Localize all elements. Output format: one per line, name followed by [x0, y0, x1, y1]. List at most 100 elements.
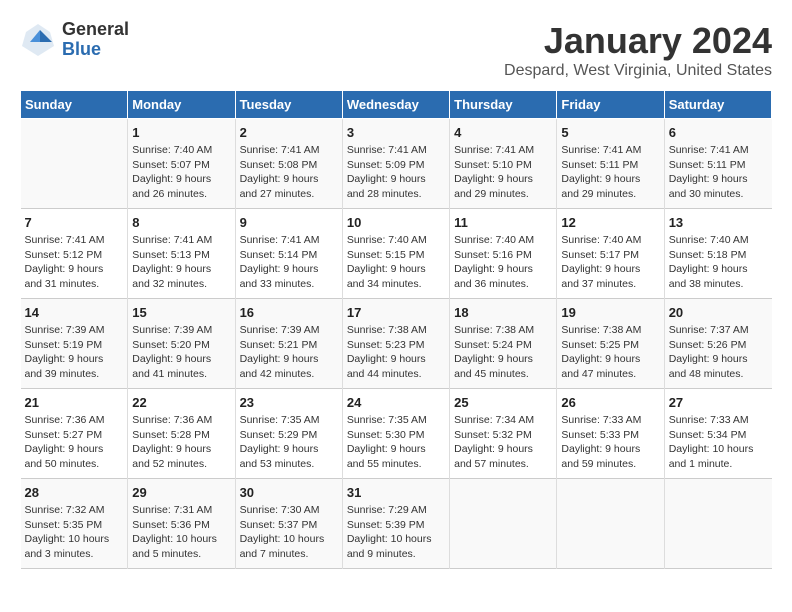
day-info: Sunrise: 7:39 AM Sunset: 5:21 PM Dayligh…	[240, 323, 338, 382]
day-number: 27	[669, 395, 768, 410]
day-number: 5	[561, 125, 659, 140]
calendar-cell: 24 Sunrise: 7:35 AM Sunset: 5:30 PM Dayli…	[342, 389, 449, 479]
day-info: Sunrise: 7:36 AM Sunset: 5:27 PM Dayligh…	[25, 413, 124, 472]
weekday-header: Sunday	[21, 91, 128, 119]
day-number: 9	[240, 215, 338, 230]
day-number: 11	[454, 215, 552, 230]
calendar-cell: 25Sunrise: 7:34 AM Sunset: 5:32 PM Dayli…	[450, 389, 557, 479]
logo-general: General	[62, 20, 129, 40]
day-number: 18	[454, 305, 552, 320]
day-number: 4	[454, 125, 552, 140]
day-info: Sunrise: 7:41 AM Sunset: 5:12 PM Dayligh…	[25, 233, 124, 292]
calendar-cell	[450, 479, 557, 569]
weekday-header: Tuesday	[235, 91, 342, 119]
day-info: Sunrise: 7:41 AM Sunset: 5:10 PM Dayligh…	[454, 143, 552, 202]
calendar-week-row: 14 Sunrise: 7:39 AM Sunset: 5:19 PM Dayli…	[21, 299, 772, 389]
calendar-cell: 16Sunrise: 7:39 AM Sunset: 5:21 PM Dayli…	[235, 299, 342, 389]
weekday-header: Monday	[128, 91, 235, 119]
day-info: Sunrise: 7:40 AM Sunset: 5:18 PM Dayligh…	[669, 233, 768, 292]
calendar-cell: 26Sunrise: 7:33 AM Sunset: 5:33 PM Dayli…	[557, 389, 664, 479]
logo: General Blue	[20, 20, 129, 60]
day-info: Sunrise: 7:41 AM Sunset: 5:09 PM Dayligh…	[347, 143, 445, 202]
calendar-cell: 7 Sunrise: 7:41 AM Sunset: 5:12 PM Daylig…	[21, 209, 128, 299]
day-info: Sunrise: 7:41 AM Sunset: 5:13 PM Dayligh…	[132, 233, 230, 292]
calendar-cell	[664, 479, 771, 569]
day-number: 2	[240, 125, 338, 140]
calendar-week-row: 21Sunrise: 7:36 AM Sunset: 5:27 PM Dayli…	[21, 389, 772, 479]
day-info: Sunrise: 7:39 AM Sunset: 5:20 PM Dayligh…	[132, 323, 230, 382]
calendar-cell: 23 Sunrise: 7:35 AM Sunset: 5:29 PM Dayli…	[235, 389, 342, 479]
weekday-header: Wednesday	[342, 91, 449, 119]
day-info: Sunrise: 7:40 AM Sunset: 5:16 PM Dayligh…	[454, 233, 552, 292]
calendar-cell: 5Sunrise: 7:41 AM Sunset: 5:11 PM Daylig…	[557, 119, 664, 209]
day-number: 13	[669, 215, 768, 230]
calendar-cell: 28 Sunrise: 7:32 AM Sunset: 5:35 PM Dayli…	[21, 479, 128, 569]
day-info: Sunrise: 7:34 AM Sunset: 5:32 PM Dayligh…	[454, 413, 552, 472]
logo-blue: Blue	[62, 40, 129, 60]
weekday-header: Thursday	[450, 91, 557, 119]
calendar-week-row: 7 Sunrise: 7:41 AM Sunset: 5:12 PM Daylig…	[21, 209, 772, 299]
day-info: Sunrise: 7:35 AM Sunset: 5:29 PM Dayligh…	[240, 413, 338, 472]
calendar-cell: 20 Sunrise: 7:37 AM Sunset: 5:26 PM Dayli…	[664, 299, 771, 389]
day-info: Sunrise: 7:33 AM Sunset: 5:33 PM Dayligh…	[561, 413, 659, 472]
day-info: Sunrise: 7:32 AM Sunset: 5:35 PM Dayligh…	[25, 503, 124, 562]
day-info: Sunrise: 7:38 AM Sunset: 5:23 PM Dayligh…	[347, 323, 445, 382]
page-header: General Blue January 2024 Despard, West …	[20, 20, 772, 80]
day-info: Sunrise: 7:31 AM Sunset: 5:36 PM Dayligh…	[132, 503, 230, 562]
day-number: 3	[347, 125, 445, 140]
day-info: Sunrise: 7:40 AM Sunset: 5:15 PM Dayligh…	[347, 233, 445, 292]
calendar-cell: 31 Sunrise: 7:29 AM Sunset: 5:39 PM Dayli…	[342, 479, 449, 569]
day-number: 10	[347, 215, 445, 230]
day-info: Sunrise: 7:33 AM Sunset: 5:34 PM Dayligh…	[669, 413, 768, 472]
location: Despard, West Virginia, United States	[504, 62, 772, 80]
day-number: 22	[132, 395, 230, 410]
calendar-week-row: 28 Sunrise: 7:32 AM Sunset: 5:35 PM Dayli…	[21, 479, 772, 569]
logo-icon	[20, 22, 56, 58]
day-info: Sunrise: 7:41 AM Sunset: 5:11 PM Dayligh…	[669, 143, 768, 202]
logo-text: General Blue	[62, 20, 129, 60]
calendar-cell: 3 Sunrise: 7:41 AM Sunset: 5:09 PM Daylig…	[342, 119, 449, 209]
day-info: Sunrise: 7:35 AM Sunset: 5:30 PM Dayligh…	[347, 413, 445, 472]
calendar-cell: 1 Sunrise: 7:40 AM Sunset: 5:07 PM Daylig…	[128, 119, 235, 209]
calendar-cell: 17Sunrise: 7:38 AM Sunset: 5:23 PM Dayli…	[342, 299, 449, 389]
calendar-header-row: SundayMondayTuesdayWednesdayThursdayFrid…	[21, 91, 772, 119]
day-info: Sunrise: 7:39 AM Sunset: 5:19 PM Dayligh…	[25, 323, 124, 382]
calendar-cell: 2 Sunrise: 7:41 AM Sunset: 5:08 PM Daylig…	[235, 119, 342, 209]
calendar-cell: 8 Sunrise: 7:41 AM Sunset: 5:13 PM Daylig…	[128, 209, 235, 299]
day-number: 23	[240, 395, 338, 410]
calendar-cell: 14 Sunrise: 7:39 AM Sunset: 5:19 PM Dayli…	[21, 299, 128, 389]
day-number: 28	[25, 485, 124, 500]
day-info: Sunrise: 7:36 AM Sunset: 5:28 PM Dayligh…	[132, 413, 230, 472]
day-number: 12	[561, 215, 659, 230]
day-number: 8	[132, 215, 230, 230]
calendar-cell: 13 Sunrise: 7:40 AM Sunset: 5:18 PM Dayli…	[664, 209, 771, 299]
day-info: Sunrise: 7:40 AM Sunset: 5:17 PM Dayligh…	[561, 233, 659, 292]
calendar-cell: 22 Sunrise: 7:36 AM Sunset: 5:28 PM Dayli…	[128, 389, 235, 479]
calendar-cell: 4 Sunrise: 7:41 AM Sunset: 5:10 PM Daylig…	[450, 119, 557, 209]
day-number: 31	[347, 485, 445, 500]
day-info: Sunrise: 7:41 AM Sunset: 5:08 PM Dayligh…	[240, 143, 338, 202]
day-info: Sunrise: 7:38 AM Sunset: 5:24 PM Dayligh…	[454, 323, 552, 382]
day-info: Sunrise: 7:37 AM Sunset: 5:26 PM Dayligh…	[669, 323, 768, 382]
weekday-header: Saturday	[664, 91, 771, 119]
day-info: Sunrise: 7:40 AM Sunset: 5:07 PM Dayligh…	[132, 143, 230, 202]
calendar-cell: 6Sunrise: 7:41 AM Sunset: 5:11 PM Daylig…	[664, 119, 771, 209]
day-number: 7	[25, 215, 124, 230]
day-number: 20	[669, 305, 768, 320]
calendar-cell: 11 Sunrise: 7:40 AM Sunset: 5:16 PM Dayli…	[450, 209, 557, 299]
calendar-cell: 10 Sunrise: 7:40 AM Sunset: 5:15 PM Dayli…	[342, 209, 449, 299]
calendar-cell: 15Sunrise: 7:39 AM Sunset: 5:20 PM Dayli…	[128, 299, 235, 389]
calendar-table: SundayMondayTuesdayWednesdayThursdayFrid…	[20, 90, 772, 569]
day-info: Sunrise: 7:41 AM Sunset: 5:14 PM Dayligh…	[240, 233, 338, 292]
title-area: January 2024 Despard, West Virginia, Uni…	[504, 20, 772, 80]
day-info: Sunrise: 7:38 AM Sunset: 5:25 PM Dayligh…	[561, 323, 659, 382]
day-number: 19	[561, 305, 659, 320]
day-number: 14	[25, 305, 124, 320]
day-number: 24	[347, 395, 445, 410]
month-title: January 2024	[504, 20, 772, 62]
calendar-week-row: 1 Sunrise: 7:40 AM Sunset: 5:07 PM Daylig…	[21, 119, 772, 209]
calendar-cell: 12 Sunrise: 7:40 AM Sunset: 5:17 PM Dayli…	[557, 209, 664, 299]
weekday-header: Friday	[557, 91, 664, 119]
day-number: 1	[132, 125, 230, 140]
day-info: Sunrise: 7:29 AM Sunset: 5:39 PM Dayligh…	[347, 503, 445, 562]
